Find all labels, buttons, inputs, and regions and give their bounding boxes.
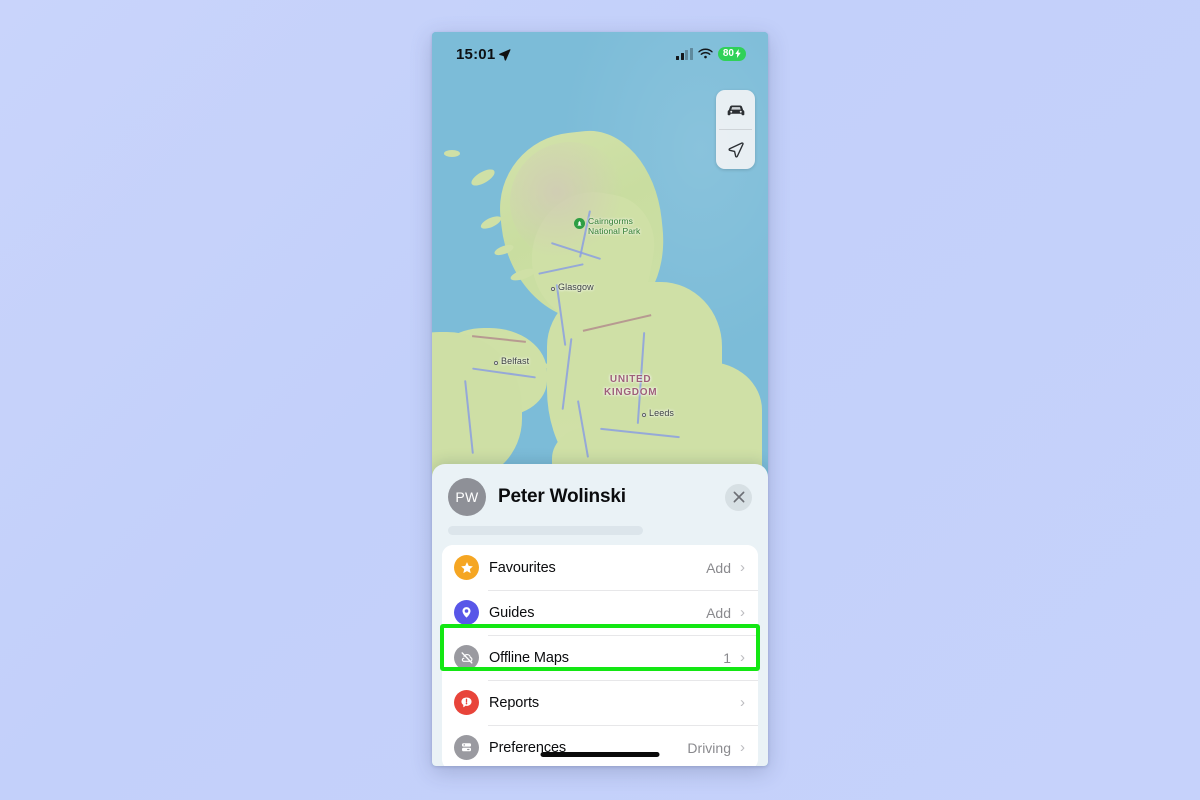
report-glyph <box>461 697 472 708</box>
map-label-leeds: Leeds <box>649 408 675 418</box>
city-dot-glasgow <box>551 287 555 291</box>
offline-maps-icon <box>454 645 479 670</box>
chevron-right-icon: › <box>740 649 745 666</box>
map-label-united-kingdom: UNITED KINGDOM <box>604 373 657 399</box>
close-icon <box>733 491 744 503</box>
user-name: Peter Wolinski <box>498 486 626 507</box>
chevron-right-icon: › <box>740 694 745 711</box>
list-item-value: Add <box>706 559 731 576</box>
account-bottom-sheet: PW Peter Wolinski Favourites Add › Guide… <box>432 464 768 766</box>
driving-mode-button[interactable] <box>716 90 755 129</box>
city-dot-belfast <box>494 361 498 365</box>
car-front-glyph <box>462 743 471 752</box>
status-bar-left: 15:01 <box>456 46 511 63</box>
star-icon <box>454 555 479 580</box>
map-label-line2: National Park <box>588 226 641 236</box>
map-label-line1: UNITED <box>609 374 652 385</box>
chevron-right-icon: › <box>740 604 745 621</box>
list-item-label: Guides <box>489 604 535 621</box>
car-icon <box>727 105 744 115</box>
list-item-offline-maps[interactable]: Offline Maps 1 › <box>442 635 758 680</box>
map-label-line1: Cairngorms <box>588 216 633 226</box>
chevron-right-icon: › <box>740 559 745 576</box>
list-item-favourites[interactable]: Favourites Add › <box>442 545 758 590</box>
close-button[interactable] <box>725 483 752 511</box>
battery-percent: 80 <box>722 47 734 59</box>
offline-maps-glyph <box>460 651 473 664</box>
map-label-cairngorms: Cairngorms National Park <box>588 216 640 236</box>
list-item-label: Reports <box>489 694 540 711</box>
charging-bolt-icon <box>735 49 741 59</box>
location-arrow-icon <box>499 48 511 61</box>
sheet-header: PW Peter Wolinski <box>432 464 768 526</box>
map-label-belfast: Belfast <box>501 356 530 366</box>
status-bar-right: 80 <box>676 46 746 62</box>
chevron-right-icon: › <box>740 739 745 756</box>
list-item-guides[interactable]: Guides Add › <box>442 590 758 635</box>
avatar: PW <box>448 478 486 516</box>
home-indicator <box>540 752 660 757</box>
guides-pin-icon <box>454 600 479 625</box>
map-controls[interactable] <box>716 90 755 169</box>
list-item-reports[interactable]: Reports › <box>442 680 758 725</box>
phone-device-frame: Cairngorms National Park Glasgow Belfast… <box>432 32 768 766</box>
map-label-line2: KINGDOM <box>604 387 658 398</box>
guides-glyph <box>462 607 471 618</box>
navigation-arrow-icon <box>728 142 744 158</box>
wifi-icon <box>698 48 713 59</box>
status-bar: 15:01 80 <box>432 32 768 76</box>
star-glyph <box>460 561 473 573</box>
search-field-placeholder[interactable] <box>448 526 643 535</box>
list-item-label: Offline Maps <box>489 649 569 666</box>
locate-me-button[interactable] <box>716 130 755 169</box>
list-item-preferences[interactable]: Preferences Driving › <box>442 725 758 766</box>
list-item-value: Add <box>706 604 731 621</box>
list-item-label: Favourites <box>489 559 556 576</box>
car-front-icon <box>454 735 479 760</box>
map-label-glasgow: Glasgow <box>558 282 594 292</box>
status-time: 15:01 <box>456 45 496 63</box>
account-menu-list: Favourites Add › Guides Add › Offline Ma… <box>442 545 758 766</box>
battery-indicator: 80 <box>717 46 746 62</box>
park-marker-icon <box>574 218 585 229</box>
list-item-value: 1 <box>723 649 731 666</box>
signal-bars-icon <box>676 47 693 60</box>
list-item-value: Driving <box>687 739 731 756</box>
map-isle <box>444 150 460 157</box>
report-bubble-icon <box>454 690 479 715</box>
city-dot-leeds <box>642 413 646 417</box>
